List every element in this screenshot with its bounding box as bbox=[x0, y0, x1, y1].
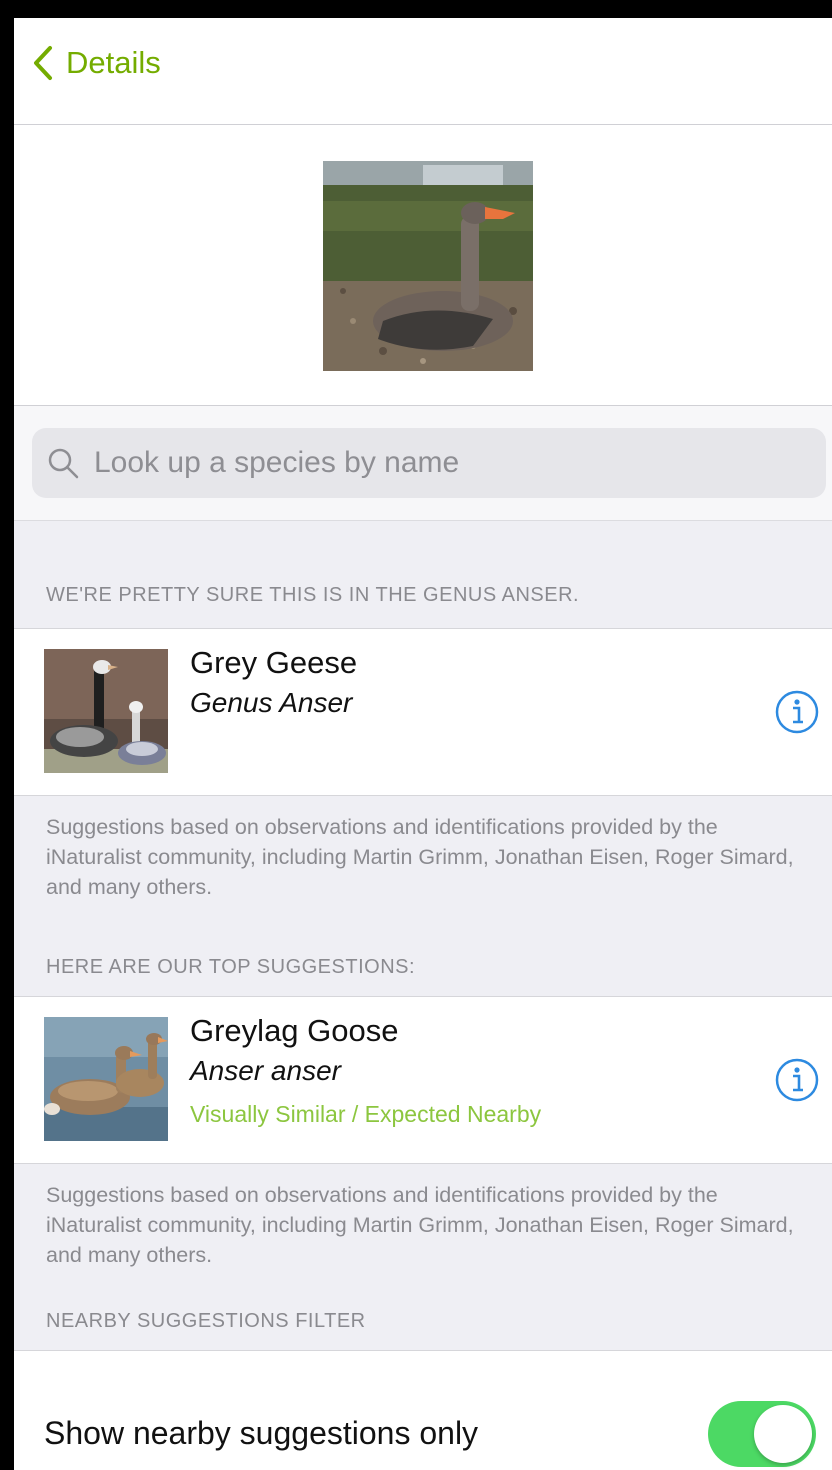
grey-geese-thumbnail bbox=[44, 649, 168, 773]
top-suggestion-common-name: Greylag Goose bbox=[190, 1013, 399, 1048]
nearby-filter-row: Show nearby suggestions only bbox=[14, 1350, 832, 1470]
genus-common-name: Grey Geese bbox=[190, 645, 358, 680]
info-icon[interactable] bbox=[774, 689, 820, 735]
genus-suggestion-row[interactable]: Grey Geese Genus Anser bbox=[14, 628, 832, 796]
visually-similar-tag: Visually Similar / Expected Nearby bbox=[190, 1101, 542, 1127]
genus-scientific-name: Genus Anser bbox=[190, 687, 353, 718]
top-suggestion-scientific-name: Anser anser bbox=[190, 1055, 341, 1086]
search-bar[interactable] bbox=[32, 428, 826, 498]
top-suggestions-header: HERE ARE OUR TOP SUGGESTIONS: bbox=[46, 956, 416, 978]
search-input[interactable] bbox=[92, 445, 796, 481]
device-frame: Details W bbox=[0, 0, 832, 1470]
search-icon bbox=[48, 448, 79, 479]
back-button[interactable]: Details bbox=[30, 44, 161, 82]
greylag-goose-thumbnail bbox=[44, 1017, 168, 1141]
top-suggestion-row[interactable]: Greylag Goose Anser anser Visually Simil… bbox=[14, 996, 832, 1164]
screen: Details W bbox=[14, 18, 832, 1470]
info-icon[interactable] bbox=[774, 1057, 820, 1103]
nearby-toggle-label: Show nearby suggestions only bbox=[44, 1415, 479, 1451]
genus-section-footer: Suggestions based on observations and id… bbox=[46, 815, 794, 899]
top-suggestions-footer: Suggestions based on observations and id… bbox=[46, 1183, 794, 1267]
genus-section-header: WE'RE PRETTY SURE THIS IS IN THE GENUS A… bbox=[46, 584, 580, 606]
navigation-bar: Details bbox=[14, 18, 832, 125]
back-button-label: Details bbox=[66, 45, 161, 80]
observation-photo[interactable] bbox=[323, 161, 533, 371]
filter-section-header: NEARBY SUGGESTIONS FILTER bbox=[46, 1310, 366, 1332]
toggle-knob bbox=[754, 1405, 812, 1463]
nearby-toggle-switch[interactable] bbox=[708, 1401, 816, 1467]
search-section bbox=[14, 406, 832, 521]
chevron-left-icon bbox=[34, 46, 52, 80]
observation-photo-section bbox=[14, 125, 832, 406]
